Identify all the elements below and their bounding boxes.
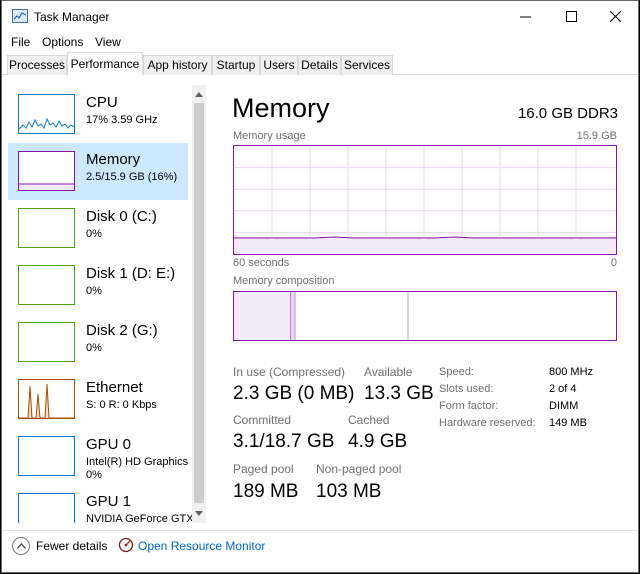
memory-usage-max: 15.9 GB xyxy=(576,130,617,142)
memory-composition-label: Memory composition xyxy=(233,275,335,287)
resource-item-disk-0[interactable]: Disk 0 (C:) 0% xyxy=(8,200,188,257)
speed-label: Speed: xyxy=(439,366,474,378)
cached-value: 4.9 GB xyxy=(348,431,408,452)
memory-detail-panel: Memory 16.0 GB DDR3 Memory usage 15.9 GB xyxy=(230,85,630,525)
disk-1-thumbnail-graph xyxy=(18,265,75,305)
in-use-value: 2.3 GB (0 MB) xyxy=(233,383,355,404)
slots-used-label: Slots used: xyxy=(439,383,494,395)
menu-file[interactable]: File xyxy=(11,35,30,49)
tab-details[interactable]: Details xyxy=(298,55,341,75)
resource-item-memory[interactable]: Memory 2.5/15.9 GB (16%) xyxy=(8,143,188,200)
tab-processes[interactable]: Processes xyxy=(7,55,67,75)
memory-spec: 16.0 GB DDR3 xyxy=(517,105,618,122)
tab-performance[interactable]: Performance xyxy=(67,52,143,76)
available-value: 13.3 GB xyxy=(364,383,434,404)
resource-name: Disk 1 (D: E:) xyxy=(86,265,176,282)
resource-detail: Intel(R) HD Graphics xyxy=(86,456,189,468)
form-factor-value: DIMM xyxy=(549,400,579,412)
gpu-1-thumbnail-graph xyxy=(18,493,75,523)
tab-startup[interactable]: Startup xyxy=(212,55,260,75)
chevron-up-icon[interactable] xyxy=(12,537,30,555)
resource-detail: 0% xyxy=(86,228,102,240)
tab-users[interactable]: Users xyxy=(260,55,298,75)
resource-item-gpu-1[interactable]: GPU 1 NVIDIA GeForce GTX xyxy=(8,485,194,523)
resource-detail: 17% 3.59 GHz xyxy=(86,114,158,126)
maximize-button[interactable] xyxy=(548,1,594,32)
gpu-0-thumbnail-graph xyxy=(18,436,75,476)
menu-options[interactable]: Options xyxy=(42,35,83,49)
resource-item-gpu-0[interactable]: GPU 0 Intel(R) HD Graphics 0% xyxy=(8,428,188,485)
resource-detail: 0% xyxy=(86,285,102,297)
paged-pool-label: Paged pool xyxy=(233,462,294,476)
hardware-reserved-label: Hardware reserved: xyxy=(439,417,536,429)
resource-item-cpu[interactable]: CPU 17% 3.59 GHz xyxy=(8,86,188,143)
resource-detail: NVIDIA GeForce GTX xyxy=(86,513,194,523)
resource-list: CPU 17% 3.59 GHz Memory 2.5/15.9 GB (16%… xyxy=(8,85,208,523)
page-title: Memory xyxy=(232,93,330,123)
paged-pool-value: 189 MB xyxy=(233,481,299,502)
scroll-down-arrow-icon[interactable] xyxy=(194,507,204,519)
graph-time-left: 60 seconds xyxy=(233,257,290,269)
task-manager-icon xyxy=(12,9,28,23)
memory-thumbnail-graph xyxy=(18,151,75,191)
tab-app-history[interactable]: App history xyxy=(143,55,212,75)
footer-bar: Fewer details Open Resource Monitor xyxy=(2,530,638,572)
memory-composition-bar xyxy=(233,291,617,341)
fewer-details-button[interactable]: Fewer details xyxy=(36,539,107,553)
speed-value: 800 MHz xyxy=(549,366,594,378)
maximize-icon xyxy=(565,11,577,22)
resource-detail: 2.5/15.9 GB (16%) xyxy=(86,171,178,183)
committed-label: Committed xyxy=(233,413,292,427)
title-bar[interactable]: Task Manager xyxy=(2,1,638,32)
resource-name: Memory xyxy=(86,151,141,168)
resource-item-ethernet[interactable]: Ethernet S: 0 R: 0 Kbps xyxy=(8,371,188,428)
committed-value: 3.1/18.7 GB xyxy=(233,431,335,452)
resource-list-scrollbar[interactable] xyxy=(192,85,206,523)
scroll-thumb[interactable] xyxy=(194,103,204,503)
form-factor-label: Form factor: xyxy=(439,400,499,412)
ethernet-thumbnail-graph xyxy=(18,379,75,419)
resource-name: CPU xyxy=(86,94,118,111)
cpu-thumbnail-graph xyxy=(18,94,75,134)
hardware-reserved-value: 149 MB xyxy=(549,417,587,429)
available-label: Available xyxy=(364,365,413,379)
resource-name: Disk 2 (G:) xyxy=(86,322,158,339)
slots-used-value: 2 of 4 xyxy=(549,383,577,395)
disk-2-thumbnail-graph xyxy=(18,322,75,362)
window-title: Task Manager xyxy=(34,10,110,24)
non-paged-pool-label: Non-paged pool xyxy=(316,462,402,476)
task-manager-window: Task Manager File Options View Processes… xyxy=(1,0,639,573)
resource-item-disk-1[interactable]: Disk 1 (D: E:) 0% xyxy=(8,257,188,314)
non-paged-pool-value: 103 MB xyxy=(316,481,382,502)
menu-view[interactable]: View xyxy=(95,35,121,49)
scroll-up-arrow-icon[interactable] xyxy=(194,88,204,100)
close-icon xyxy=(609,11,621,22)
minimize-icon xyxy=(519,16,531,18)
cached-label: Cached xyxy=(348,413,390,427)
resource-detail: S: 0 R: 0 Kbps xyxy=(86,399,157,411)
resource-name: GPU 0 xyxy=(86,436,132,453)
resource-detail: 0% xyxy=(86,342,102,354)
resource-usage: 0% xyxy=(86,469,102,481)
resource-monitor-icon[interactable] xyxy=(118,537,134,553)
memory-usage-graph xyxy=(233,145,617,255)
tab-bar: Processes Performance App history Startu… xyxy=(2,52,638,76)
memory-usage-label: Memory usage xyxy=(233,130,306,142)
minimize-button[interactable] xyxy=(502,1,548,32)
menu-bar: File Options View xyxy=(2,32,638,52)
resource-name: GPU 1 xyxy=(86,493,132,510)
close-button[interactable] xyxy=(592,1,638,32)
graph-time-right: 0 xyxy=(610,257,617,269)
resource-item-disk-2[interactable]: Disk 2 (G:) 0% xyxy=(8,314,188,371)
resource-name: Ethernet xyxy=(86,379,143,396)
in-use-label: In use (Compressed) xyxy=(233,365,346,379)
open-resource-monitor-link[interactable]: Open Resource Monitor xyxy=(138,539,265,553)
disk-0-thumbnail-graph xyxy=(18,208,75,248)
resource-name: Disk 0 (C:) xyxy=(86,208,157,225)
tab-services[interactable]: Services xyxy=(341,55,393,75)
